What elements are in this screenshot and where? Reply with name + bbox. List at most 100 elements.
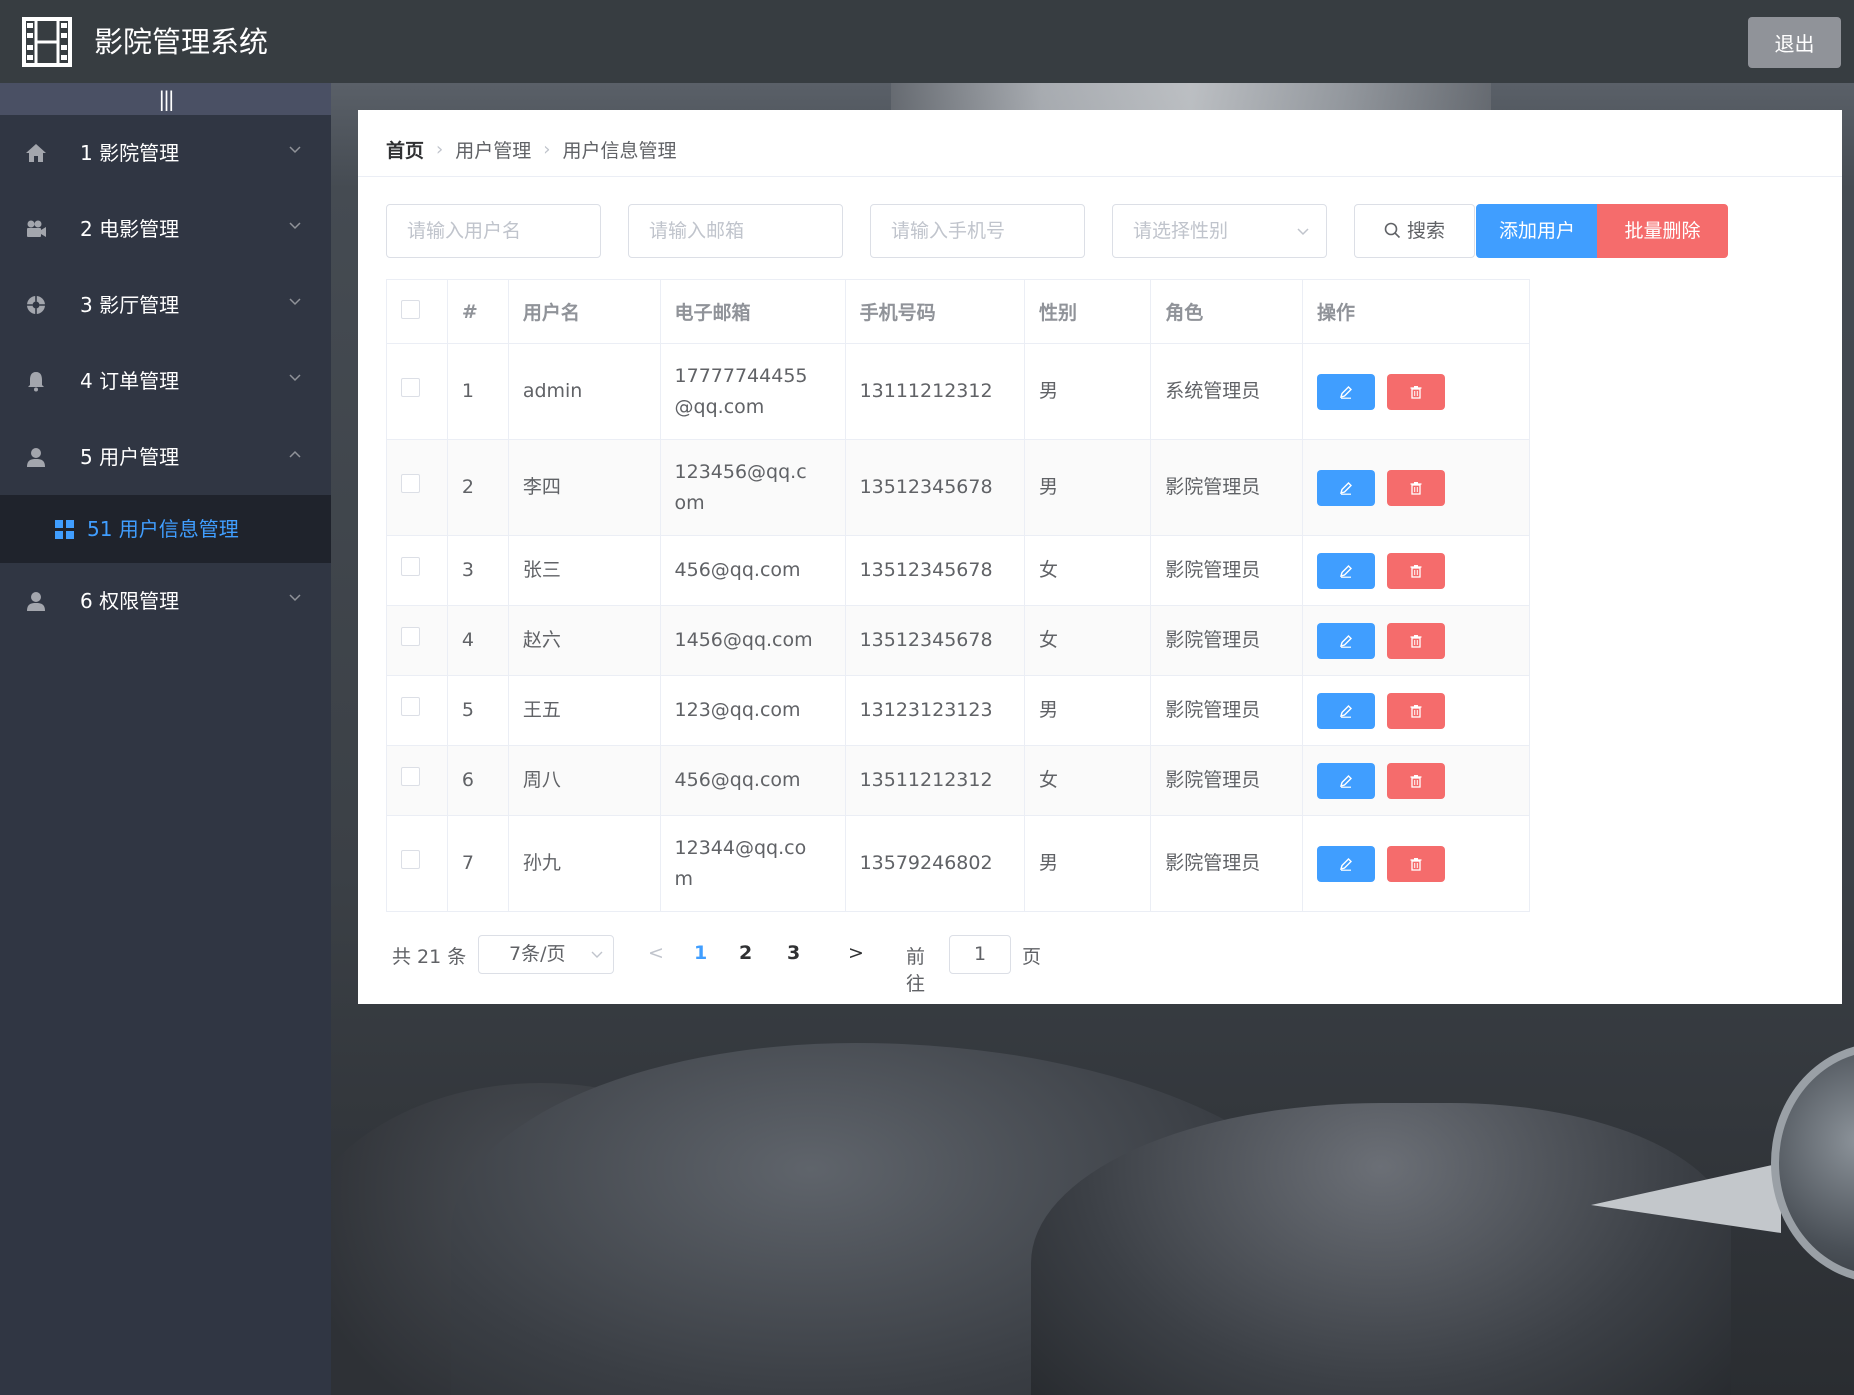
cell-email: 1456@qq.com <box>659 605 846 676</box>
email-line: om <box>674 491 705 514</box>
cell-role: 影院管理员 <box>1150 675 1303 746</box>
checkbox-cell <box>386 745 448 816</box>
cell-gender: 男 <box>1023 343 1152 440</box>
edit-button[interactable] <box>1316 622 1375 659</box>
sidebar-item-permission[interactable]: 6 权限管理 <box>0 563 331 639</box>
edit-icon <box>1339 634 1352 648</box>
prev-page-button[interactable]: < <box>648 942 664 964</box>
edit-icon <box>1339 774 1352 788</box>
email-line: 17777744455 <box>674 364 808 387</box>
column-header: 用户名 <box>507 279 661 344</box>
row-checkbox[interactable] <box>401 767 420 786</box>
cell-username: 孙九 <box>507 815 661 912</box>
page-size-select[interactable]: 7条/页 <box>478 935 614 974</box>
edit-icon <box>1339 385 1352 399</box>
chevron-down-icon <box>289 594 301 602</box>
batch-delete-button[interactable]: 批量删除 <box>1597 204 1728 258</box>
user-icon <box>27 448 45 467</box>
delete-button[interactable] <box>1386 762 1445 799</box>
phone-input[interactable] <box>870 204 1085 258</box>
delete-button[interactable] <box>1386 622 1445 659</box>
sidebar-item-label: 2 电影管理 <box>80 217 180 241</box>
column-header: 电子邮箱 <box>659 279 846 344</box>
delete-button[interactable] <box>1386 552 1445 589</box>
delete-button[interactable] <box>1386 373 1445 410</box>
chevron-down-icon <box>1297 228 1309 236</box>
delete-button[interactable] <box>1386 469 1445 506</box>
cell-phone: 13512345678 <box>844 439 1025 536</box>
email-line: 456@qq.com <box>674 559 801 581</box>
edit-button[interactable] <box>1316 469 1375 506</box>
edit-button[interactable] <box>1316 373 1375 410</box>
search-button-label: 搜索 <box>1406 220 1445 242</box>
email-line: 1456@qq.com <box>674 629 813 651</box>
checkbox-cell <box>386 535 448 606</box>
cell-role: 影院管理员 <box>1150 535 1303 606</box>
add-user-button[interactable]: 添加用户 <box>1476 204 1598 258</box>
username-input[interactable] <box>386 204 601 258</box>
row-checkbox[interactable] <box>401 697 420 716</box>
cell-actions <box>1301 439 1531 536</box>
row-checkbox[interactable] <box>401 627 420 646</box>
breadcrumb-home[interactable]: 首页 <box>386 136 424 163</box>
cell-email: 12344@qq.co m <box>659 815 846 912</box>
chevron-right-icon: › <box>436 138 444 160</box>
cell-id: 5 <box>446 675 509 746</box>
film-logo-icon <box>22 17 72 67</box>
cell-phone: 13123123123 <box>844 675 1025 746</box>
trash-icon <box>1410 774 1422 788</box>
row-checkbox[interactable] <box>401 557 420 576</box>
select-all-checkbox[interactable] <box>401 299 420 319</box>
page-number[interactable]: 3 <box>787 942 800 964</box>
edit-icon <box>1339 564 1352 578</box>
next-page-button[interactable]: > <box>848 942 864 964</box>
table-row: 1 admin 17777744455 @qq.com 13111212312 男系统管理… <box>386 343 1531 440</box>
email-input[interactable] <box>628 204 843 258</box>
page-number[interactable]: 1 <box>694 942 707 964</box>
row-checkbox[interactable] <box>401 378 420 397</box>
cell-actions <box>1301 675 1531 746</box>
column-header: 角色 <box>1150 279 1303 344</box>
email-line: 123456@qq.c <box>674 460 807 483</box>
goto-page-input[interactable]: 1 <box>949 935 1011 974</box>
email-line: 12344@qq.co <box>674 836 807 859</box>
cell-actions <box>1301 745 1531 816</box>
sidebar-collapse-toggle[interactable]: ||| <box>0 83 331 115</box>
search-button[interactable]: 搜索 <box>1354 204 1475 258</box>
cell-id: 7 <box>446 815 509 912</box>
checkbox-cell <box>386 605 448 676</box>
sidebar-subitem-user-info[interactable]: 51 用户信息管理 <box>0 495 331 563</box>
delete-button[interactable] <box>1386 845 1445 882</box>
delete-button[interactable] <box>1386 692 1445 729</box>
table-row: 2 李四 123456@qq.c om 13512345678 男影院管理员 <box>386 439 1531 536</box>
background-ship <box>1771 1043 1854 1283</box>
cell-actions <box>1301 535 1531 606</box>
cell-role: 系统管理员 <box>1150 343 1303 440</box>
logout-button[interactable]: 退出 <box>1748 17 1841 68</box>
app-title: 影院管理系统 <box>94 25 269 59</box>
chevron-down-icon <box>591 951 603 958</box>
checkbox-cell <box>386 815 448 912</box>
cell-username: admin <box>507 343 661 440</box>
sidebar-subitem-label: 51 用户信息管理 <box>87 517 239 541</box>
user-table: # 用户名 电子邮箱 手机号码 性别 角色 操作 1 admin 177777444… <box>386 279 1531 912</box>
edit-button[interactable] <box>1316 692 1375 729</box>
row-checkbox[interactable] <box>401 474 420 493</box>
gender-select[interactable]: 请选择性别 <box>1112 204 1327 258</box>
cell-phone: 13579246802 <box>844 815 1025 912</box>
cell-phone: 13512345678 <box>844 535 1025 606</box>
table-row: 7 孙九 12344@qq.co m 13579246802 男影院管理员 <box>386 815 1531 912</box>
edit-button[interactable] <box>1316 845 1375 882</box>
sidebar-item-user[interactable]: 5 用户管理 <box>0 419 331 495</box>
edit-button[interactable] <box>1316 552 1375 589</box>
sidebar-item-order[interactable]: 4 订单管理 <box>0 343 331 419</box>
sidebar-item-cinema[interactable]: 1 影院管理 <box>0 115 331 191</box>
edit-button[interactable] <box>1316 762 1375 799</box>
sidebar-item-movie[interactable]: 2 电影管理 <box>0 191 331 267</box>
table-row: 5 王五 123@qq.com 13123123123 男影院管理员 <box>386 675 1531 746</box>
row-checkbox[interactable] <box>401 850 420 869</box>
sidebar-item-hall[interactable]: 3 影厅管理 <box>0 267 331 343</box>
edit-icon <box>1339 481 1352 495</box>
cell-id: 3 <box>446 535 509 606</box>
page-number[interactable]: 2 <box>739 942 752 964</box>
